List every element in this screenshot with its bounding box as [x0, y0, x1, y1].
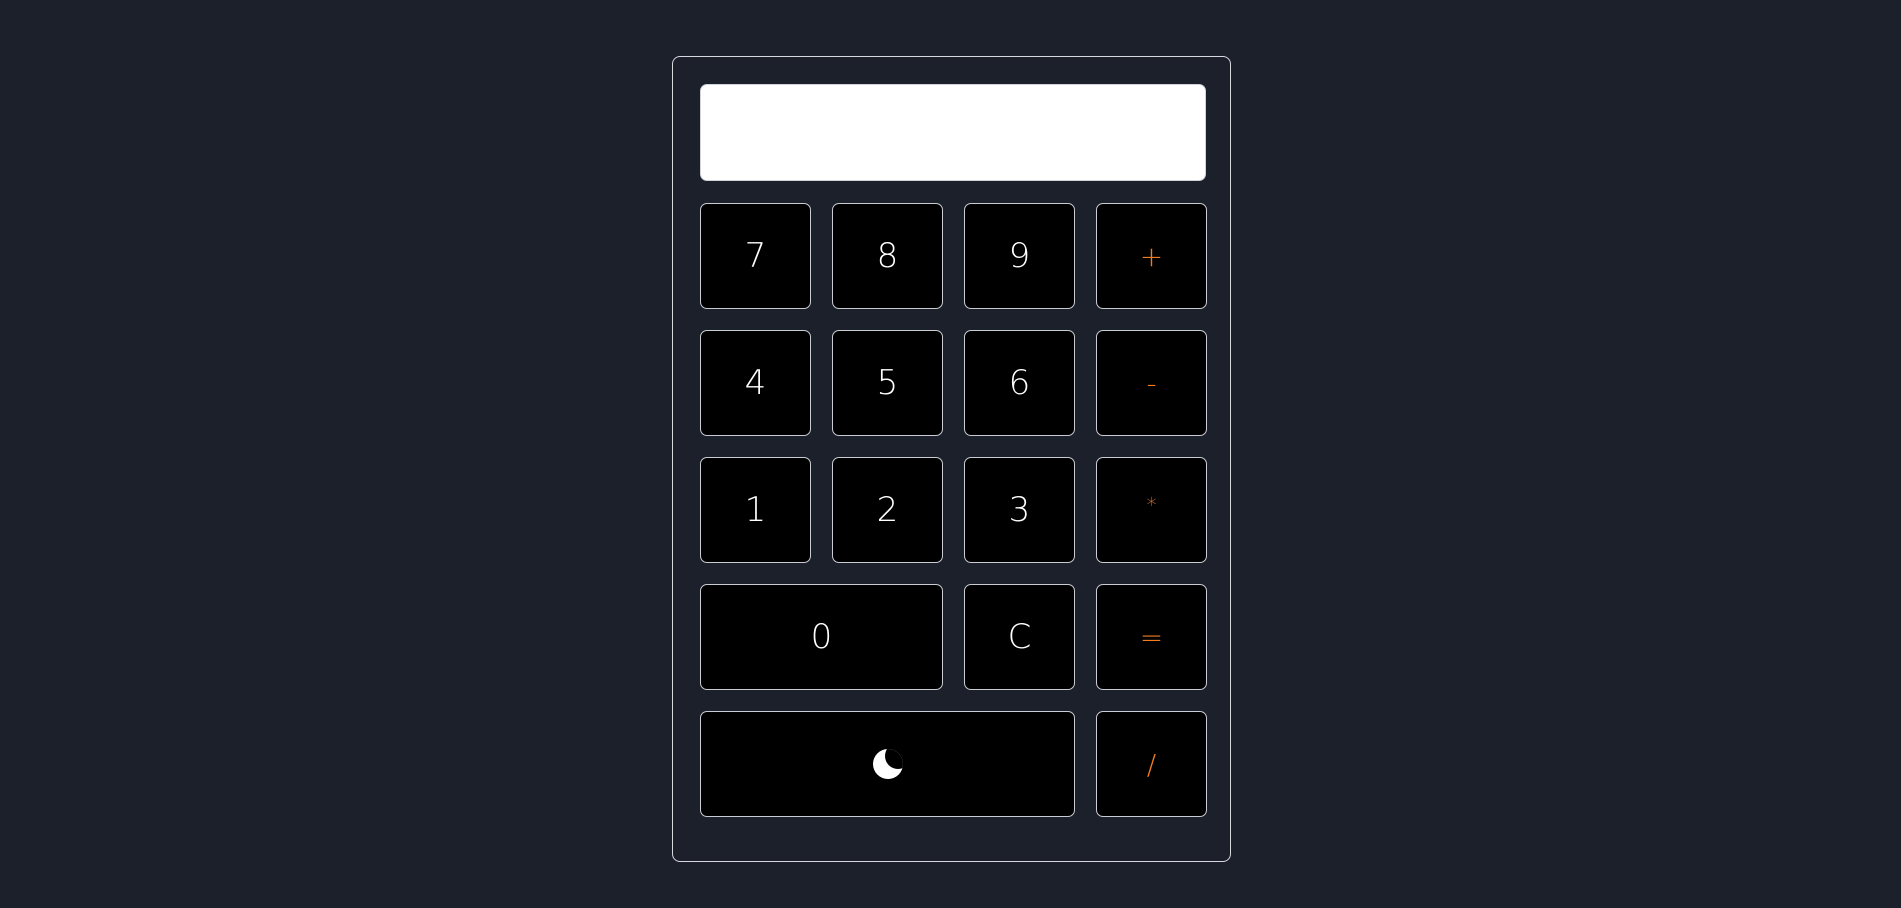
key-9[interactable]: 9 [964, 203, 1075, 309]
key-0[interactable]: 0 [700, 584, 943, 690]
clear-button[interactable]: C [964, 584, 1075, 690]
key-minus[interactable]: - [1096, 330, 1207, 436]
theme-toggle-button[interactable] [700, 711, 1075, 817]
key-4[interactable]: 4 [700, 330, 811, 436]
key-divide[interactable]: / [1096, 711, 1207, 817]
calculator-display [700, 84, 1206, 181]
key-2[interactable]: 2 [832, 457, 943, 563]
key-3[interactable]: 3 [964, 457, 1075, 563]
key-8[interactable]: 8 [832, 203, 943, 309]
calculator: 7 8 9 + 4 5 6 - 1 2 3 * 0 C = / [672, 56, 1231, 862]
key-plus[interactable]: + [1096, 203, 1207, 309]
key-multiply[interactable]: * [1096, 457, 1207, 563]
equals-button[interactable]: = [1096, 584, 1207, 690]
keypad: 7 8 9 + 4 5 6 - 1 2 3 * 0 C = / [700, 203, 1207, 817]
key-1[interactable]: 1 [700, 457, 811, 563]
key-7[interactable]: 7 [700, 203, 811, 309]
key-5[interactable]: 5 [832, 330, 943, 436]
moon-icon [872, 749, 903, 779]
key-6[interactable]: 6 [964, 330, 1075, 436]
